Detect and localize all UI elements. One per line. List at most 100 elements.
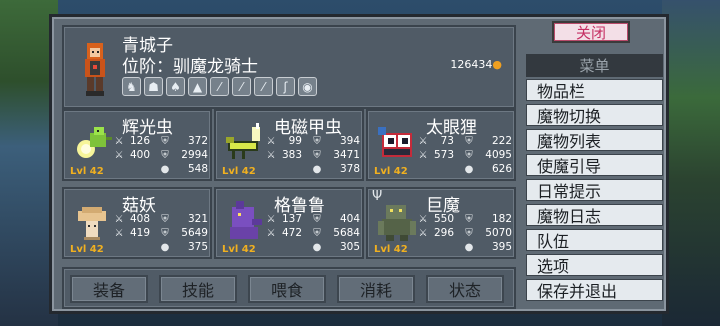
stat-row-magic: ⚔ 296 ⛨ 5070 [418,227,512,239]
stat-mdef: 5684 [333,227,360,239]
monster-card[interactable]: 辉光虫 ⚔ 126 ⛨ 372 ⚔ 400 ⛨ 2994 ● 548 Lvl 42 [62,109,212,181]
monster-card[interactable]: Ψ 巨魔 ⚔ 550 ⛨ 182 ⚔ 296 ⛨ 5070 ● 395 Lvl 42 [366,187,516,259]
close-button[interactable]: 关闭 [552,21,630,43]
stat-atk: 137 [281,213,302,225]
hero-rank: 位阶：驯魔龙骑士 [122,57,258,77]
feather-badge-icon[interactable]: ⁄ [210,77,229,96]
menu-item-swap-monster[interactable]: 魔物切换 [526,104,663,126]
stat-matk: 472 [281,227,302,239]
wand-icon: ⚔ [418,149,428,161]
stat-row-weight: ● 548 [160,163,208,175]
monster-level: Lvl 42 [222,166,256,177]
menu-item-party[interactable]: 队伍 [526,229,663,251]
menu-item-options[interactable]: 选项 [526,254,663,276]
monster-level: Lvl 42 [222,244,256,255]
gold-value: 126434 [450,58,493,71]
action-bar: 装备 技能 喂食 消耗 状态 [62,267,516,309]
magic-shield-icon: ⛨ [161,227,169,239]
stat-row-physical: ⚔ 126 ⛨ 372 [114,135,208,147]
wand-icon: ⚔ [114,227,124,239]
feather-badge-icon[interactable]: ⁄ [232,77,251,96]
monster-card[interactable]: 菇妖 ⚔ 408 ⛨ 321 ⚔ 419 ⛨ 5649 ● 375 Lvl 42 [62,187,212,259]
stat-atk: 550 [433,213,454,225]
monster-level: Lvl 42 [374,166,408,177]
tooth-badge-icon[interactable]: ▲ [188,77,207,96]
weight-icon: ● [160,163,170,175]
menu-item-save-and-quit[interactable]: 保存并退出 [526,279,663,301]
weight-icon: ● [464,241,474,253]
shield-icon: ⛨ [465,135,473,147]
stat-atk: 126 [129,135,150,147]
feed-button[interactable]: 喂食 [248,275,326,303]
stat-mdef: 2994 [181,149,208,161]
skills-button[interactable]: 技能 [159,275,237,303]
stat-row-magic: ⚔ 383 ⛨ 3471 [266,149,360,161]
stat-matk: 383 [281,149,302,161]
stat-row-physical: ⚔ 550 ⛨ 182 [418,213,512,225]
stat-row-physical: ⚔ 408 ⛨ 321 [114,213,208,225]
shield-icon: ⛨ [161,135,169,147]
chest-badge-icon[interactable]: ◉ [298,77,317,96]
stat-matk: 573 [433,149,454,161]
glowbug-sprite [77,127,112,158]
stat-weight: 395 [491,241,512,253]
sword-icon: ⚔ [418,135,428,147]
stat-row-weight: ● 375 [160,241,208,253]
stat-atk: 408 [129,213,150,225]
wand-icon: ⚔ [418,227,428,239]
menu-item-familiar-guide[interactable]: 使魔引导 [526,154,663,176]
stat-atk: 73 [440,135,454,147]
stat-row-weight: ● 395 [464,241,512,253]
hero-portrait [85,43,105,96]
menu-item-monster-journal[interactable]: 魔物日志 [526,204,663,226]
stat-row-weight: ● 305 [312,241,360,253]
magic-shield-icon: ⛨ [465,149,473,161]
menu-item-inventory[interactable]: 物品栏 [526,79,663,101]
badge-row: ♞ ☗ ♠ ▲ ⁄ ⁄ ⁄ ʃ ◉ [122,77,317,96]
wand-icon: ⚔ [266,227,276,239]
sword-icon: ⚔ [266,135,276,147]
raccoon-sprite [378,127,412,157]
consume-button[interactable]: 消耗 [337,275,415,303]
stat-mdef: 3471 [333,149,360,161]
stat-row-magic: ⚔ 573 ⛨ 4095 [418,149,512,161]
weight-icon: ● [160,241,170,253]
weight-icon: ● [464,163,474,175]
magic-shield-icon: ⛨ [161,149,169,161]
stat-row-weight: ● 626 [464,163,512,175]
equip-button[interactable]: 装备 [70,275,148,303]
monster-card[interactable]: 格鲁鲁 ⚔ 137 ⛨ 404 ⚔ 472 ⛨ 5684 ● 305 Lvl 42 [214,187,364,259]
feather-badge-icon[interactable]: ⁄ [254,77,273,96]
monster-badge-icon[interactable]: ☗ [144,77,163,96]
menu-item-daily-tips[interactable]: 日常提示 [526,179,663,201]
magic-shield-icon: ⛨ [313,149,321,161]
winged-boot-icon[interactable]: ♞ [122,77,141,96]
monster-card[interactable]: 太眼狸 ⚔ 73 ⛨ 222 ⚔ 573 ⛨ 4095 ● 626 Lvl 42 [366,109,516,181]
shield-icon: ⛨ [161,213,169,225]
weight-icon: ● [312,241,322,253]
mushroom-sprite [78,207,106,240]
stat-row-weight: ● 378 [312,163,360,175]
stat-row-physical: ⚔ 73 ⛨ 222 [418,135,512,147]
monster-card[interactable]: 电磁甲虫 ⚔ 99 ⛨ 394 ⚔ 383 ⛨ 3471 ● 378 Lvl 42 [214,109,364,181]
sword-icon: ⚔ [266,213,276,225]
status-button[interactable]: 状态 [426,275,504,303]
shield-icon: ⛨ [313,135,321,147]
stat-row-magic: ⚔ 419 ⛨ 5649 [114,227,208,239]
stat-atk: 99 [288,135,302,147]
stat-row-physical: ⚔ 137 ⛨ 404 [266,213,360,225]
stat-matk: 296 [433,227,454,239]
stat-def: 394 [339,135,360,147]
monster-level: Lvl 42 [70,244,104,255]
menu-title: 菜单 [526,54,663,77]
stat-def: 321 [187,213,208,225]
wand-icon: ⚔ [114,149,124,161]
horn-badge-icon[interactable]: ♠ [166,77,185,96]
menu-item-monster-list[interactable]: 魔物列表 [526,129,663,151]
party-menu-window: 青城子 位阶：驯魔龙骑士 126434● ♞ ☗ ♠ ▲ ⁄ ⁄ ⁄ ʃ ◉ 辉… [49,14,669,314]
troll-sprite [378,205,416,241]
stat-matk: 400 [129,149,150,161]
claw-badge-icon[interactable]: ʃ [276,77,295,96]
stat-def: 404 [339,213,360,225]
wand-icon: ⚔ [266,149,276,161]
